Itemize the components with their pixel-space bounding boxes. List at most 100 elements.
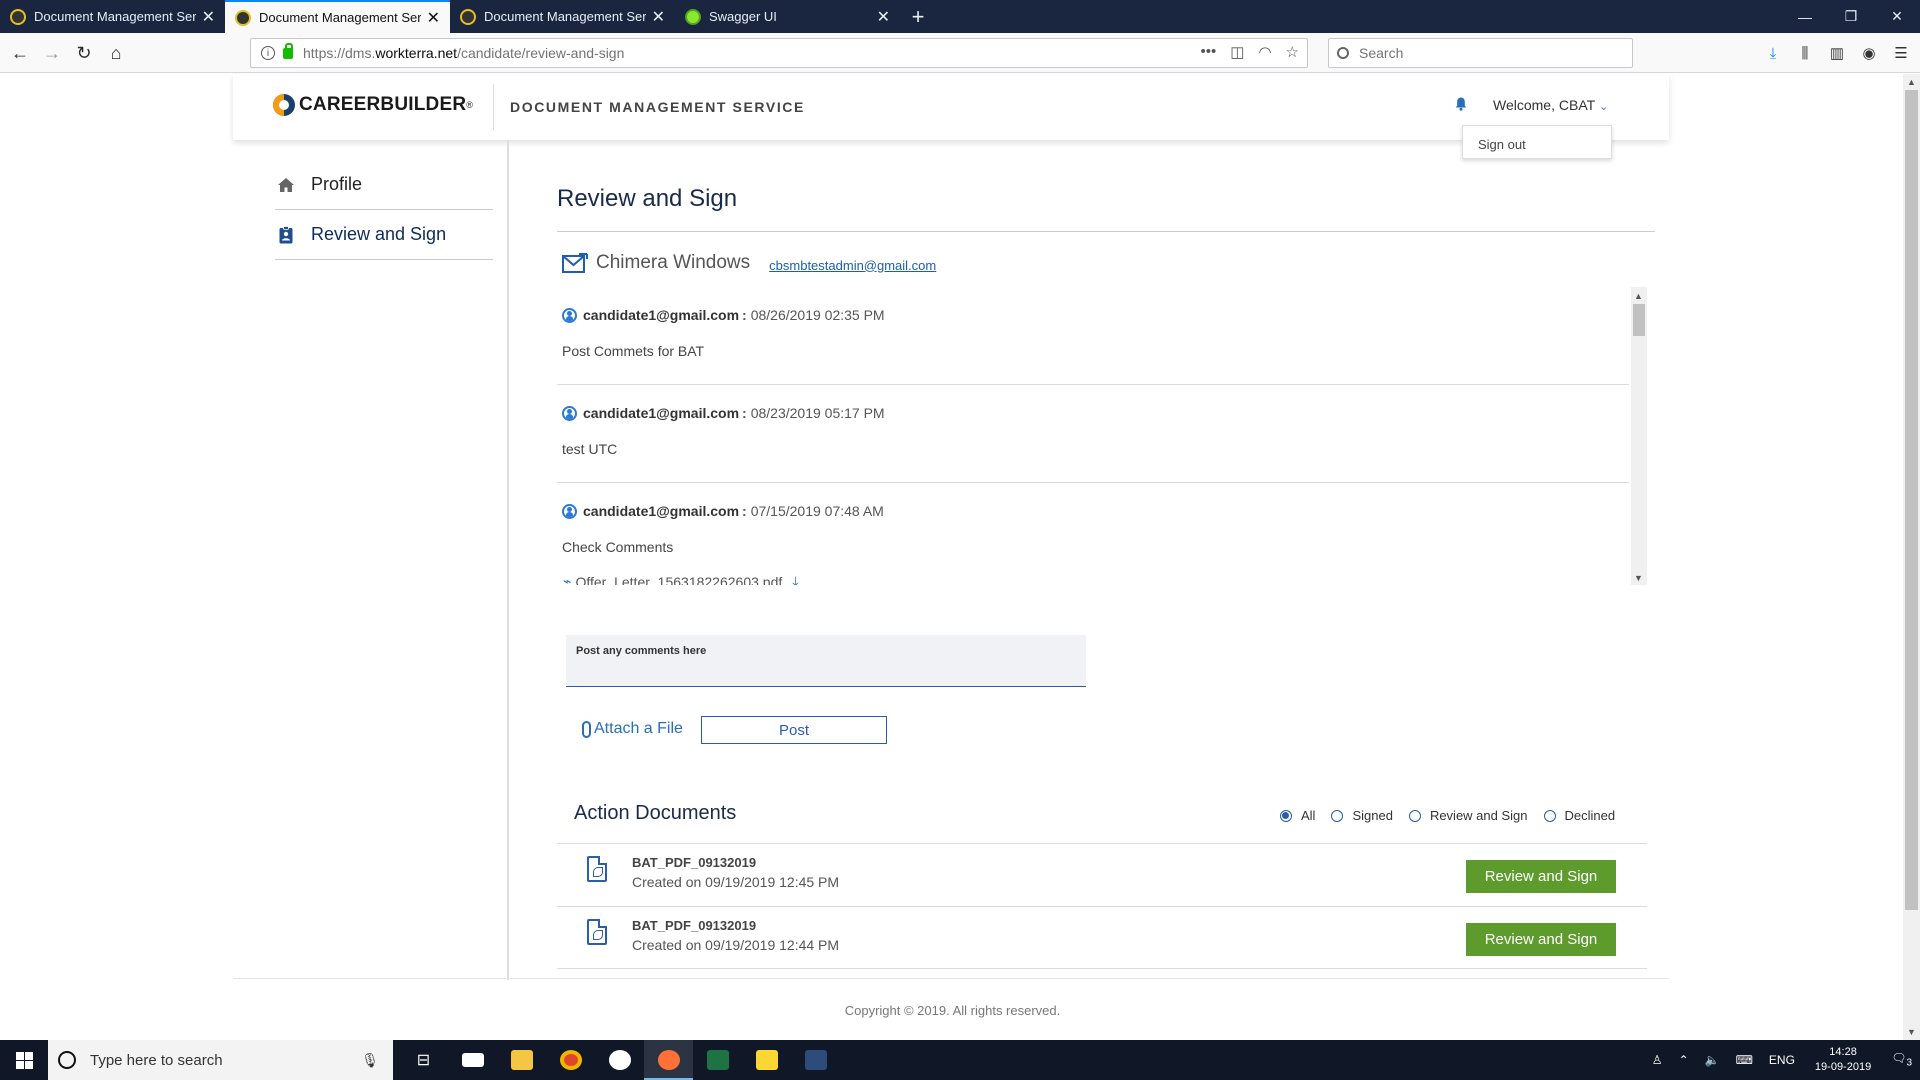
firefox-icon[interactable] <box>644 1040 693 1080</box>
signout-menu-item[interactable]: Sign out <box>1462 125 1612 159</box>
more-actions-icon[interactable]: ••• <box>1201 43 1217 61</box>
scroll-up-icon[interactable]: ▲ <box>1634 291 1643 301</box>
notification-bell-icon[interactable] <box>1455 97 1467 111</box>
menu-icon[interactable]: ☰ <box>1892 39 1910 67</box>
visual-studio-icon[interactable] <box>791 1040 840 1080</box>
attach-file-link[interactable]: Attach a File <box>582 720 683 738</box>
page-scrollbar[interactable]: ▲ ▼ <box>1903 74 1920 1040</box>
chrome-icon[interactable] <box>546 1040 595 1080</box>
attachment-filename[interactable]: Offer_Letter_1563182262603.pdf <box>575 574 782 586</box>
browser-tab[interactable]: Document Management Servic ✕ <box>0 0 225 33</box>
post-button[interactable]: Post <box>701 716 887 744</box>
mail-app-icon[interactable] <box>448 1040 497 1080</box>
account-icon[interactable]: ◉ <box>1860 39 1878 67</box>
comment-input-label: Post any comments here <box>576 645 707 657</box>
comment-user: candidate1@gmail.com <box>583 503 740 519</box>
comment-user: candidate1@gmail.com <box>583 405 740 421</box>
clock-time: 14:28 <box>1829 1046 1857 1058</box>
pdf-file-icon <box>587 856 607 882</box>
radio-icon[interactable] <box>1543 809 1556 822</box>
recipient-email-link[interactable]: cbsmbtestadmin@gmail.com <box>769 258 936 273</box>
browser-tab[interactable]: Swagger UI ✕ <box>675 0 900 33</box>
home-icon[interactable]: ⌂ <box>102 39 130 67</box>
language-indicator[interactable]: ENG <box>1769 1053 1795 1067</box>
forward-icon[interactable]: → <box>38 39 66 67</box>
comment-text: Post Commets for BAT <box>562 343 705 359</box>
reader-view-icon[interactable]: ◠ <box>1258 43 1271 61</box>
pocket-icon[interactable]: ◫ <box>1230 43 1244 61</box>
document-row: BAT_PDF_09132019 Created on 09/19/2019 1… <box>557 906 1647 969</box>
comments-scrollbar[interactable]: ▲ ▼ <box>1631 287 1647 585</box>
close-tab-icon[interactable]: ✕ <box>877 7 890 27</box>
url-prefix: https://dms. <box>303 45 376 61</box>
sidebar-item-profile[interactable]: Profile <box>275 160 493 210</box>
close-tab-icon[interactable]: ✕ <box>652 7 665 27</box>
user-menu-toggle[interactable]: Welcome, CBAT ⌄ <box>1493 97 1608 113</box>
recipient-name: Chimera Windows <box>596 252 751 273</box>
reload-icon[interactable]: ↻ <box>70 39 98 67</box>
scroll-down-icon[interactable]: ▼ <box>1634 573 1643 583</box>
tab-title: Swagger UI <box>709 9 777 24</box>
filter-all[interactable]: All <box>1280 808 1315 823</box>
review-and-sign-button[interactable]: Review and Sign <box>1466 860 1616 893</box>
scroll-down-icon[interactable]: ▼ <box>1907 1027 1916 1037</box>
comment-attachment[interactable]: ⌁ Offer_Letter_1563182262603.pdf ⤓ <box>563 573 798 585</box>
chevron-down-icon: ⌄ <box>1599 101 1609 113</box>
sidebar: Profile Review and Sign <box>275 160 493 260</box>
comment-input[interactable]: Post any comments here <box>566 635 1086 687</box>
filter-signed[interactable]: Signed <box>1331 808 1393 823</box>
people-icon[interactable]: ♙ <box>1652 1053 1663 1067</box>
minimize-icon[interactable]: — <box>1782 0 1828 33</box>
header-divider <box>493 84 494 130</box>
library-icon[interactable]: ⫼ <box>1796 39 1814 67</box>
clock-date: 19-09-2019 <box>1814 1061 1872 1073</box>
sidebar-icon[interactable]: ▥ <box>1828 39 1846 67</box>
start-button[interactable] <box>0 1040 48 1080</box>
scroll-thumb[interactable] <box>1633 304 1645 336</box>
new-tab-icon[interactable]: + <box>900 0 936 33</box>
browser-tab-active[interactable]: Document Management Servic ✕ <box>225 0 450 33</box>
downloads-icon[interactable]: ⤓ <box>1764 39 1782 67</box>
taskbar-search-input[interactable]: Type here to search 🎙 <box>48 1040 393 1080</box>
document-filters: All Signed Review and Sign Declined <box>1280 808 1631 823</box>
comments-list[interactable]: candidate1@gmail.com : 08/26/2019 02:35 … <box>557 287 1647 585</box>
review-and-sign-button[interactable]: Review and Sign <box>1466 923 1616 956</box>
careerbuilder-logo[interactable]: CAREERBUILDER ® <box>273 94 473 116</box>
sidebar-item-review-and-sign[interactable]: Review and Sign <box>275 210 493 260</box>
bookmark-star-icon[interactable]: ☆ <box>1286 43 1299 61</box>
close-tab-icon[interactable]: ✕ <box>202 7 215 27</box>
volume-icon[interactable]: 🔈 <box>1705 1053 1720 1067</box>
close-window-icon[interactable]: ✕ <box>1874 0 1920 33</box>
download-icon[interactable]: ⤓ <box>792 573 798 585</box>
filter-review-and-sign[interactable]: Review and Sign <box>1408 808 1528 823</box>
scroll-thumb[interactable] <box>1905 90 1918 910</box>
task-view-icon[interactable]: ⊟ <box>399 1040 448 1080</box>
slack-icon[interactable] <box>595 1040 644 1080</box>
show-hidden-icons[interactable]: ⌃ <box>1679 1053 1689 1067</box>
comment-separator: : <box>742 307 747 323</box>
microphone-icon[interactable]: 🎙 <box>361 1052 379 1069</box>
browser-search-input[interactable]: Search <box>1328 38 1633 68</box>
keyboard-icon[interactable]: ⌨ <box>1736 1053 1753 1067</box>
radio-icon[interactable] <box>1331 809 1344 822</box>
search-icon <box>1337 47 1349 59</box>
info-icon[interactable]: i <box>261 46 275 60</box>
tab-title: Document Management Servic <box>259 10 421 25</box>
filter-declined[interactable]: Declined <box>1543 808 1615 823</box>
scroll-up-icon[interactable]: ▲ <box>1907 77 1916 87</box>
back-icon[interactable]: ← <box>6 39 34 67</box>
radio-icon[interactable] <box>1408 809 1421 822</box>
radio-selected-icon[interactable] <box>1280 809 1292 822</box>
file-explorer-icon[interactable] <box>497 1040 546 1080</box>
taskbar-apps: ⊟ <box>399 1040 840 1080</box>
excel-icon[interactable] <box>693 1040 742 1080</box>
document-row: BAT_PDF_09132019 Created on 09/19/2019 1… <box>557 843 1647 906</box>
restore-icon[interactable]: ❐ <box>1828 0 1874 33</box>
action-documents-title: Action Documents <box>574 802 737 824</box>
clock[interactable]: 14:28 19-09-2019 <box>1815 1045 1871 1075</box>
close-tab-icon[interactable]: ✕ <box>427 8 440 28</box>
sticky-notes-icon[interactable] <box>742 1040 791 1080</box>
browser-tab[interactable]: Document Management Servic ✕ <box>450 0 675 33</box>
address-bar[interactable]: i https://dms. workterra.net/candidate/re… <box>250 38 1308 68</box>
action-center-icon[interactable]: 🗨3 <box>1891 1051 1912 1068</box>
